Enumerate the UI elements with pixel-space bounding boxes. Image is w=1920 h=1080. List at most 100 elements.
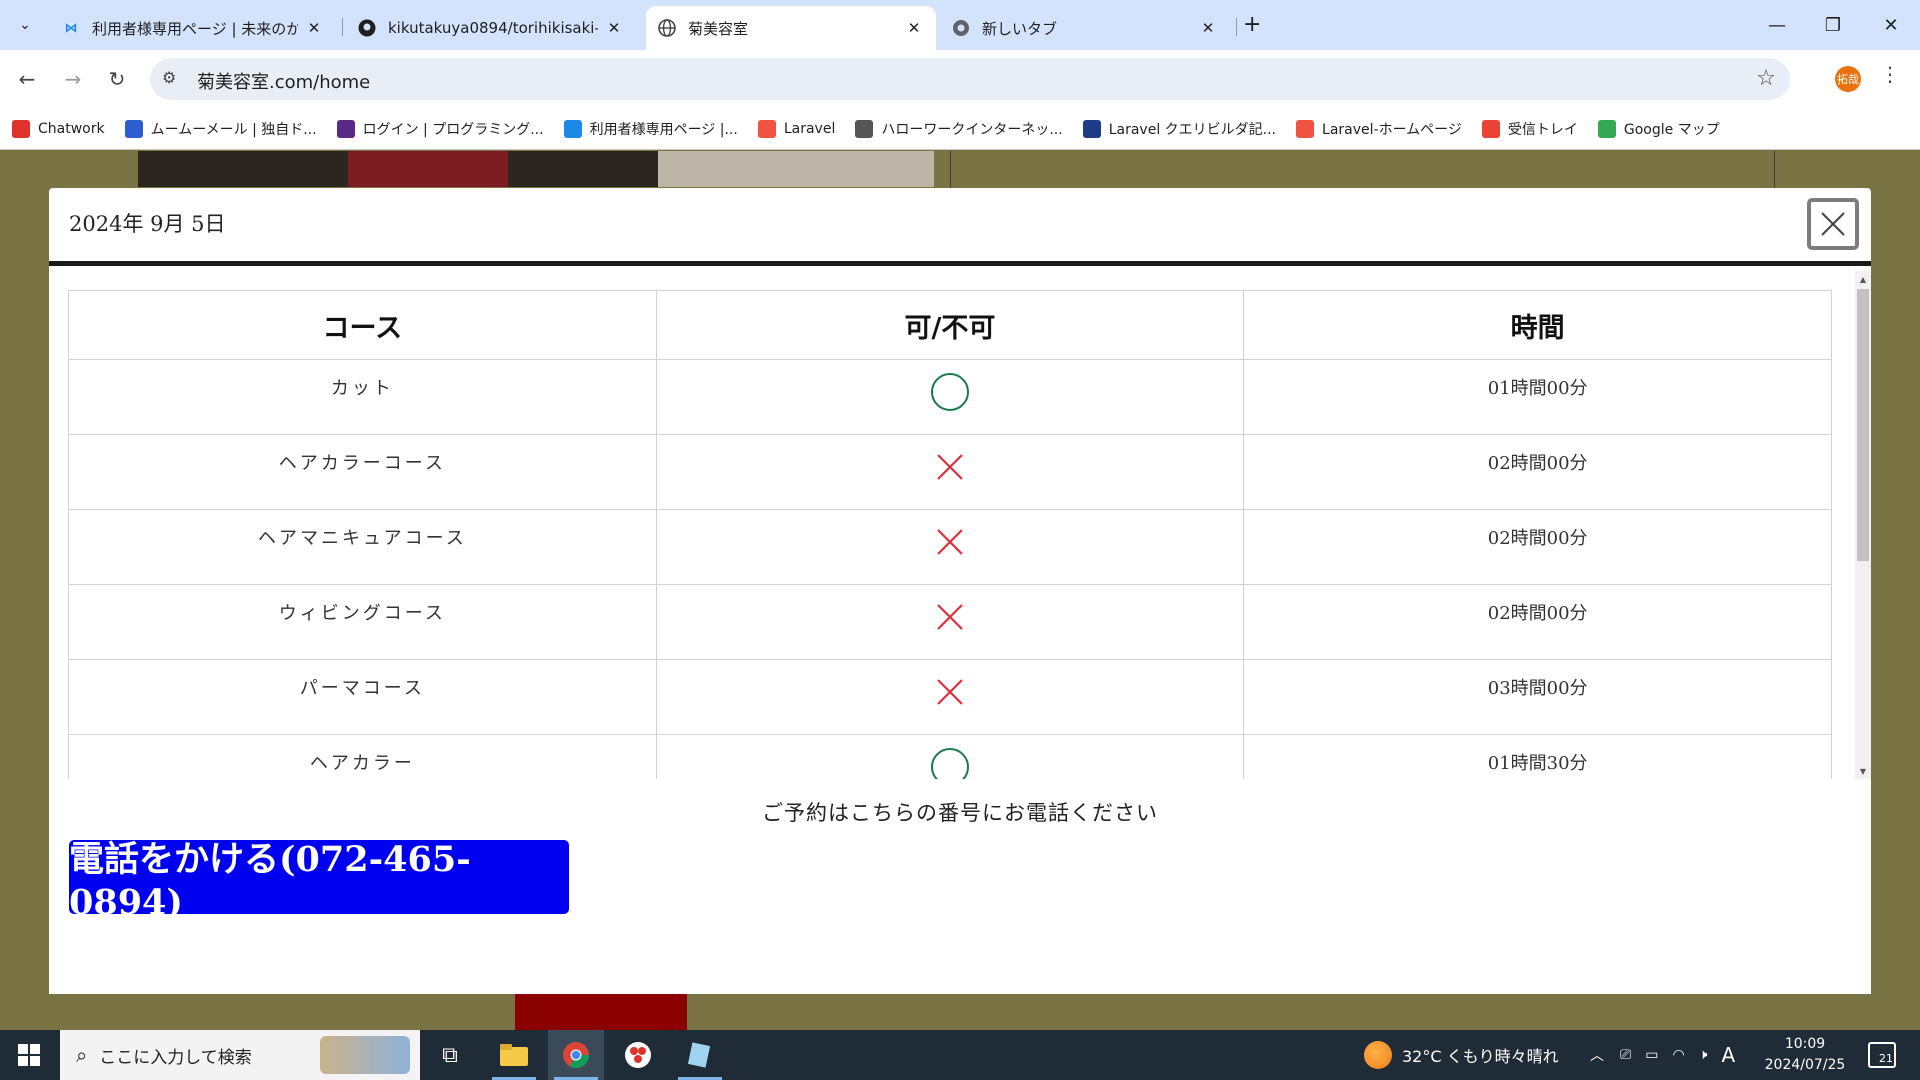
unavailable-cross-icon	[937, 529, 963, 555]
tab-title: 利用者様専用ページ | 未来のかた	[92, 19, 298, 38]
forward-icon[interactable]: →	[58, 64, 88, 94]
course-name: ウィビングコース	[68, 584, 657, 660]
laravel-icon	[1296, 119, 1315, 138]
course-duration: 02時間00分	[1243, 434, 1832, 510]
table-row: ヘアカラー 01時間30分	[68, 734, 1832, 779]
bookmark-label: ムームーメール | 独自ド...	[150, 121, 317, 138]
bookmark-item[interactable]: 受信トレイ	[1481, 119, 1578, 139]
reload-icon[interactable]: ↻	[102, 64, 132, 94]
taskbar-search-placeholder: ここに入力して検索	[99, 1047, 252, 1068]
back-icon[interactable]: ←	[12, 64, 42, 94]
bookmark-label: Laravel クエリビルダ記...	[1108, 121, 1277, 138]
bookmark-star-icon[interactable]: ☆	[1756, 66, 1776, 91]
bookmark-item[interactable]: Chatwork	[12, 119, 105, 138]
windows-taskbar: ⌕ ここに入力して検索 ⧉ 32°C くもり時々晴れ ︿ ⎚ ▭ ◠ 🕨 A 1…	[0, 1030, 1920, 1080]
course-duration: 01時間30分	[1243, 734, 1832, 779]
course-duration: 03時間00分	[1243, 659, 1832, 735]
wifi-icon[interactable]: ◠	[1672, 1047, 1684, 1063]
availability-cell	[655, 434, 1245, 510]
bookmark-label: 利用者様専用ページ |...	[589, 121, 738, 138]
volume-muted-icon[interactable]: 🕨	[1699, 1047, 1708, 1063]
weather-widget[interactable]: 32°C くもり時々晴れ	[1364, 1030, 1559, 1080]
url-text[interactable]: 菊美容室.com/home	[197, 68, 370, 94]
bookmark-item[interactable]: Google マップ	[1597, 119, 1720, 139]
column-header-course: コース	[68, 290, 657, 360]
show-hidden-icons-icon[interactable]: ︿	[1590, 1045, 1604, 1065]
table-header-row: コース 可/不可 時間	[68, 290, 1832, 360]
tab-title: kikutakuya0894/torihikisaki-ich	[388, 19, 598, 37]
bookmark-item[interactable]: Laravel	[757, 119, 836, 138]
search-highlight-image	[320, 1036, 410, 1074]
modal-body-scroll[interactable]: コース 可/不可 時間 カット 01時間00分 ヘアカラーコース 02時間00分 ヘアマ…	[49, 271, 1871, 779]
bookmark-label: Laravel	[783, 120, 836, 137]
chrome-icon	[952, 19, 970, 37]
table-row: ウィビングコース 02時間00分	[68, 584, 1832, 660]
ime-indicator[interactable]: A	[1721, 1043, 1735, 1067]
course-name: ヘアマニキュアコース	[68, 509, 657, 585]
minimize-icon[interactable]: —	[1754, 8, 1800, 42]
more-menu-icon[interactable]: ⋮	[1880, 62, 1900, 86]
window-close-icon[interactable]: ✕	[1868, 8, 1914, 42]
call-phone-button[interactable]: 電話をかける(072-465-0894)	[69, 839, 569, 923]
task-view-icon[interactable]: ⧉	[422, 1030, 478, 1080]
windows-logo-icon	[18, 1044, 40, 1066]
reservation-modal: 2024年 9月 5日 コース 可/不可 時間 カット 01時間00分 ヘアカラーコ…	[49, 188, 1871, 994]
tab-riyousha[interactable]: ⋈ 利用者様専用ページ | 未来のかた ✕	[50, 6, 336, 50]
reservation-notice: ご予約はこちらの番号にお電話ください	[762, 801, 1158, 825]
notepad-icon[interactable]	[672, 1030, 728, 1080]
background-red-block	[515, 994, 687, 1030]
new-tab-button[interactable]: +	[1243, 12, 1261, 37]
address-bar[interactable]: ⚙ 菊美容室.com/home ☆	[150, 58, 1790, 100]
availability-cell	[655, 584, 1245, 660]
bookmarks-bar: Chatwork ムームーメール | 独自ド... ログイン | プログラミング..…	[0, 108, 1920, 150]
scroll-down-arrow-icon[interactable]: ▼	[1855, 763, 1871, 779]
tab-strip: ⌄ ⋈ 利用者様専用ページ | 未来のかた ✕ kikutakuya0894/t…	[0, 0, 1920, 50]
column-header-availability: 可/不可	[655, 290, 1245, 360]
notification-center-icon[interactable]: 21	[1868, 1042, 1896, 1068]
bookmark-item[interactable]: ログイン | プログラミング...	[336, 119, 544, 139]
profile-avatar[interactable]: 拓哉	[1835, 66, 1861, 92]
modal-scrollbar[interactable]: ▲ ▼	[1855, 271, 1871, 779]
mail-icon	[124, 119, 143, 138]
windows-start-button[interactable]	[0, 1030, 58, 1080]
course-duration: 02時間00分	[1243, 584, 1832, 660]
maps-icon	[1597, 119, 1616, 138]
modal-close-button[interactable]	[1807, 198, 1859, 250]
battery-icon[interactable]: ▭	[1645, 1047, 1658, 1063]
close-tab-icon[interactable]: ✕	[1198, 19, 1218, 37]
table-row: カット 01時間00分	[68, 359, 1832, 435]
meet-icon[interactable]: ⎚	[1620, 1047, 1631, 1063]
close-tab-icon[interactable]: ✕	[304, 19, 324, 37]
site-settings-icon[interactable]: ⚙	[162, 68, 176, 87]
bookmark-item[interactable]: Laravel クエリビルダ記...	[1082, 119, 1277, 139]
app-red-dots-icon[interactable]	[610, 1030, 666, 1080]
tab-title: 新しいタブ	[982, 19, 1058, 38]
bookmark-item[interactable]: Laravel-ホームページ	[1296, 119, 1462, 139]
mirai-favicon-icon: ⋈	[64, 20, 78, 36]
taskbar-clock[interactable]: 10:09 2024/07/25	[1760, 1034, 1850, 1076]
file-explorer-icon[interactable]	[486, 1030, 542, 1080]
tray-icons: ︿ ⎚ ▭ ◠ 🕨 A	[1590, 1030, 1735, 1080]
tab-separator	[1236, 18, 1237, 36]
availability-cell	[655, 509, 1245, 585]
bookmark-item[interactable]: 利用者様専用ページ |...	[563, 119, 738, 139]
search-icon: ⌕	[76, 1043, 88, 1067]
tab-kiku-salon[interactable]: 菊美容室 ✕	[646, 6, 936, 50]
taskbar-search-box[interactable]: ⌕ ここに入力して検索	[60, 1030, 420, 1080]
tab-new-tab[interactable]: 新しいタブ ✕	[940, 6, 1230, 50]
bookmark-label: ハローワークインターネッ...	[881, 121, 1063, 138]
course-name: カット	[68, 359, 657, 435]
scroll-up-arrow-icon[interactable]: ▲	[1855, 271, 1871, 287]
restore-icon[interactable]: ❐	[1810, 8, 1856, 42]
tab-search-button[interactable]: ⌄	[10, 10, 40, 40]
close-tab-icon[interactable]: ✕	[904, 19, 924, 37]
chevron-down-icon: ⌄	[19, 17, 31, 33]
chrome-taskbar-icon[interactable]	[548, 1030, 604, 1080]
tab-github[interactable]: kikutakuya0894/torihikisaki-ich ✕	[346, 6, 636, 50]
unavailable-cross-icon	[937, 454, 963, 480]
availability-cell	[655, 734, 1245, 779]
bookmark-item[interactable]: ハローワークインターネッ...	[855, 119, 1063, 139]
bookmark-item[interactable]: ムームーメール | 独自ド...	[124, 119, 317, 139]
close-tab-icon[interactable]: ✕	[604, 19, 624, 37]
scrollbar-thumb[interactable]	[1857, 289, 1869, 561]
